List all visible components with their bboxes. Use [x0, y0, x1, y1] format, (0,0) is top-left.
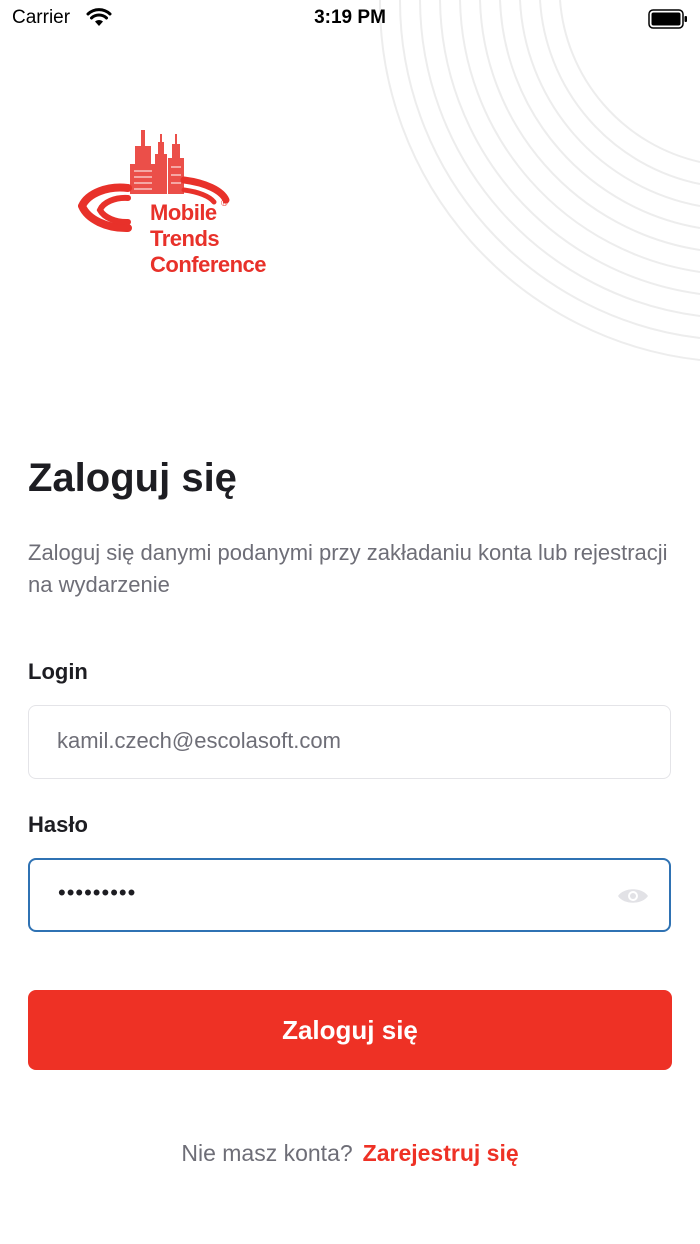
login-input-value: kamil.czech@escolasoft.com	[57, 728, 341, 753]
eye-icon[interactable]	[617, 886, 649, 906]
battery-icon	[648, 9, 687, 29]
logo-registered-mark: ®	[221, 198, 228, 208]
register-prompt: Nie masz konta? Zarejestruj się	[0, 1140, 700, 1167]
password-label: Hasło	[28, 812, 88, 837]
register-question: Nie masz konta?	[181, 1140, 353, 1166]
password-input-value: •••••••••	[58, 880, 137, 905]
status-time: 3:19 PM	[314, 7, 386, 28]
page-title: Zaloguj się	[28, 456, 237, 500]
logo-line-1: Mobile	[150, 200, 217, 225]
logo-line-2: Trends	[150, 226, 220, 251]
page-subtitle: Zaloguj się danymi podanymi przy zakłada…	[28, 540, 668, 597]
login-submit-button[interactable]: Zaloguj się	[28, 990, 672, 1070]
login-label: Login	[28, 659, 88, 684]
login-input[interactable]: kamil.czech@escolasoft.com	[28, 705, 671, 779]
status-bar: Carrier 3:19 PM	[0, 0, 700, 40]
logo-line-3: Conference	[150, 252, 267, 277]
register-link[interactable]: Zarejestruj się	[363, 1140, 519, 1166]
mobile-trends-conference-logo: Mobile ® Trends Conference	[78, 124, 284, 282]
password-input[interactable]: •••••••••	[28, 858, 671, 932]
